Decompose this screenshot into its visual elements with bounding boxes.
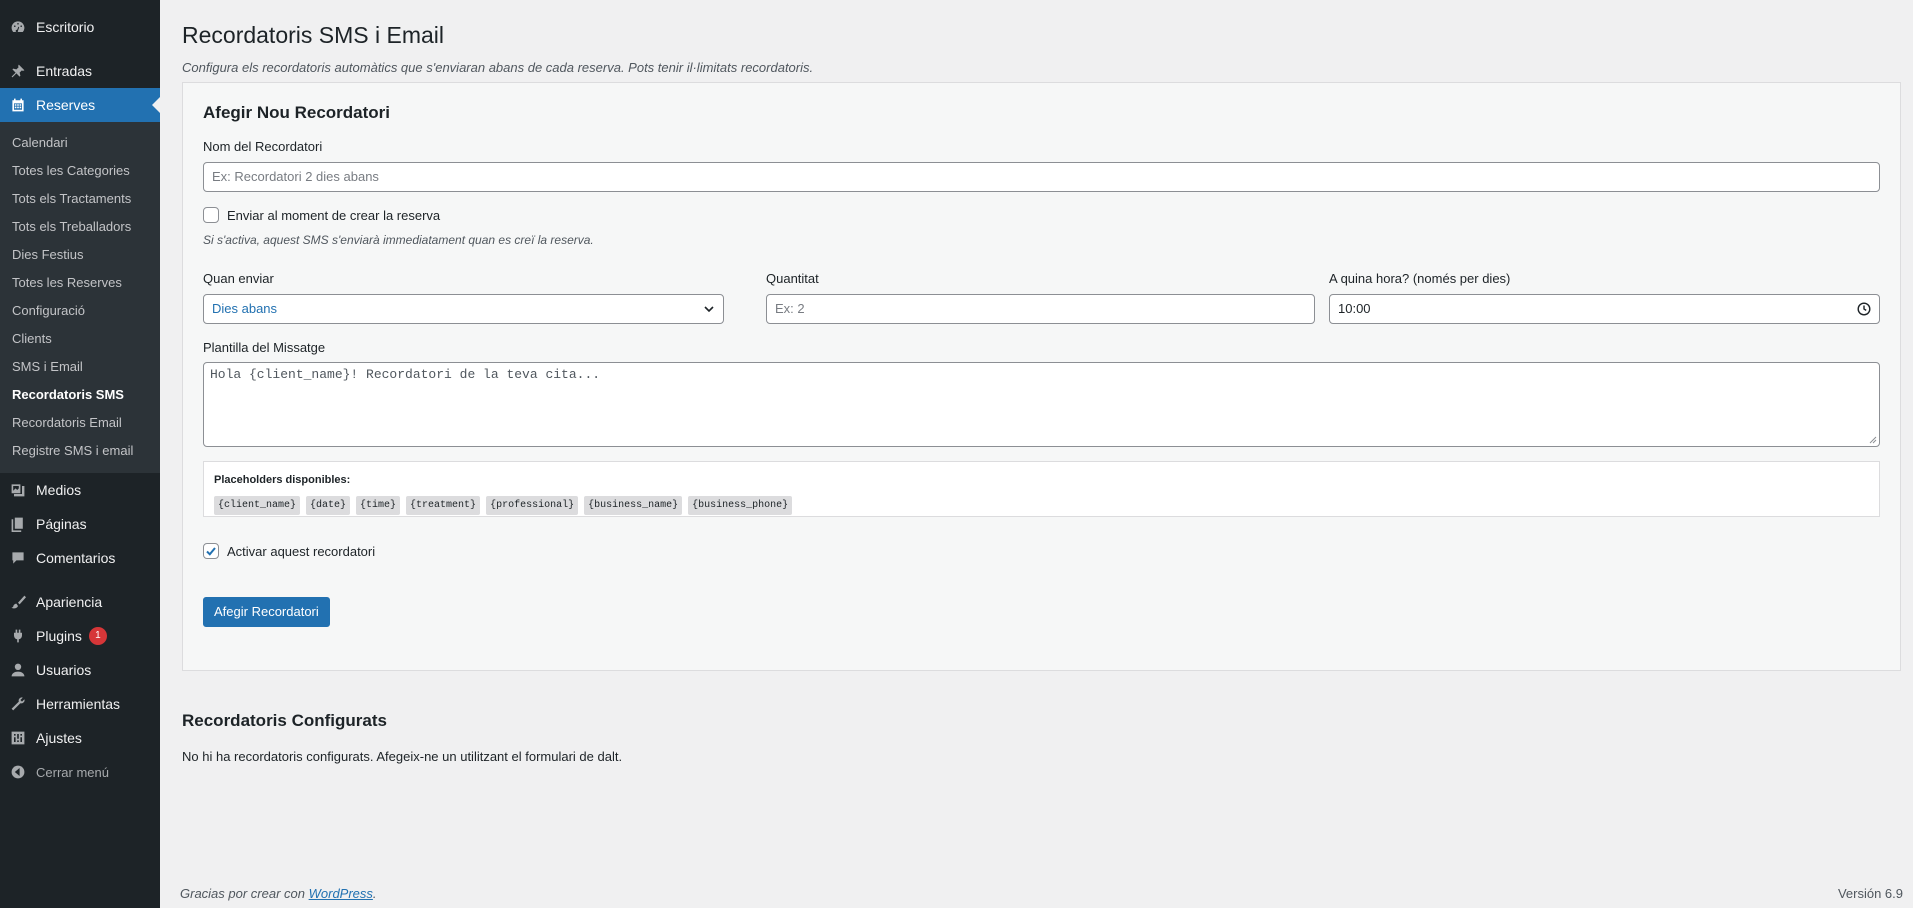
footer-thanks-prefix: Gracias por crear con bbox=[180, 886, 309, 901]
send-now-hint: Si s'activa, aquest SMS s'enviarà immedi… bbox=[203, 233, 594, 247]
time-label: A quina hora? (només per dies) bbox=[1329, 271, 1511, 286]
menu-label: Reserves bbox=[36, 97, 96, 113]
menu-label: Páginas bbox=[36, 516, 87, 532]
menu-label: Comentarios bbox=[36, 550, 116, 566]
menu-label: Escritorio bbox=[36, 19, 95, 35]
submenu-item-reserves[interactable]: Totes les Reserves bbox=[0, 269, 160, 297]
wordpress-link[interactable]: WordPress bbox=[309, 886, 373, 901]
placeholder-tag: {business_name} bbox=[584, 496, 683, 515]
pin-icon bbox=[10, 63, 26, 79]
submenu-item-registre[interactable]: Registre SMS i email bbox=[0, 437, 160, 465]
submenu-item-categories[interactable]: Totes les Categories bbox=[0, 157, 160, 185]
reminder-name-input[interactable]: Ex: Recordatori 2 dies abans bbox=[203, 162, 1880, 192]
configured-reminders-empty: No hi ha recordatoris configurats. Afege… bbox=[182, 749, 623, 764]
placeholder-tag: {date} bbox=[306, 496, 351, 515]
placeholder-tag: {professional} bbox=[486, 496, 579, 515]
menu-item-settings[interactable]: Ajustes bbox=[0, 721, 160, 755]
when-label: Quan enviar bbox=[203, 271, 274, 286]
menu-label: Medios bbox=[36, 482, 82, 498]
brush-icon bbox=[10, 594, 26, 610]
placeholder-tags: {client_name} {date} {time} {treatment} … bbox=[214, 496, 793, 515]
wrench-icon bbox=[10, 696, 26, 712]
submenu-item-calendari[interactable]: Calendari bbox=[0, 129, 160, 157]
menu-item-comments[interactable]: Comentarios bbox=[0, 541, 160, 575]
footer-thanks: Gracias por crear con WordPress. bbox=[180, 886, 377, 901]
menu-item-dashboard[interactable]: Escritorio bbox=[0, 10, 160, 44]
calendar-icon bbox=[10, 97, 26, 113]
menu-item-posts[interactable]: Entradas bbox=[0, 54, 160, 88]
dashboard-icon bbox=[10, 19, 26, 35]
submenu-item-tractaments[interactable]: Tots els Tractaments bbox=[0, 185, 160, 213]
submenu-item-clients[interactable]: Clients bbox=[0, 325, 160, 353]
add-reminder-form: Afegir Nou Recordatori Nom del Recordato… bbox=[182, 82, 1901, 671]
submenu-item-treballadors[interactable]: Tots els Treballadors bbox=[0, 213, 160, 241]
placeholders-title: Placeholders disponibles: bbox=[214, 474, 351, 486]
quantity-label: Quantitat bbox=[766, 271, 819, 286]
name-label: Nom del Recordatori bbox=[203, 139, 323, 154]
comments-icon bbox=[10, 550, 26, 566]
quantity-input[interactable]: Ex: 2 bbox=[766, 294, 1315, 324]
when-select[interactable]: Dies abans bbox=[203, 294, 724, 324]
media-icon bbox=[10, 482, 26, 498]
placeholder-tag: {time} bbox=[356, 496, 401, 515]
checkmark-icon bbox=[206, 547, 216, 556]
submenu-item-sms-email[interactable]: SMS i Email bbox=[0, 353, 160, 381]
configured-reminders-heading: Recordatoris Configurats bbox=[182, 711, 387, 730]
placeholder-tag: {treatment} bbox=[406, 496, 481, 515]
submenu-item-configuracio[interactable]: Configuració bbox=[0, 297, 160, 325]
submenu-item-dies-festius[interactable]: Dies Festius bbox=[0, 241, 160, 269]
activate-reminder-checkbox[interactable] bbox=[203, 543, 219, 559]
send-now-checkbox[interactable] bbox=[203, 207, 219, 223]
template-label: Plantilla del Missatge bbox=[203, 340, 326, 355]
add-reminder-button[interactable]: Afegir Recordatori bbox=[203, 597, 330, 627]
menu-item-users[interactable]: Usuarios bbox=[0, 653, 160, 687]
time-input[interactable]: 10:00 bbox=[1329, 294, 1880, 324]
menu-item-plugins[interactable]: Plugins 1 bbox=[0, 619, 160, 653]
collapse-menu-button[interactable]: Cerrar menú bbox=[0, 755, 160, 789]
placeholders-box: Placeholders disponibles: {client_name} … bbox=[203, 461, 1880, 517]
collapse-icon bbox=[10, 764, 26, 780]
menu-item-media[interactable]: Medios bbox=[0, 473, 160, 507]
plugins-icon bbox=[10, 628, 26, 644]
send-now-label: Enviar al moment de crear la reserva bbox=[227, 208, 441, 223]
page-title: Recordatoris SMS i Email bbox=[182, 22, 445, 48]
menu-label: Ajustes bbox=[36, 730, 82, 746]
form-heading: Afegir Nou Recordatori bbox=[203, 103, 391, 122]
menu-label: Usuarios bbox=[36, 662, 92, 678]
menu-label: Entradas bbox=[36, 63, 93, 79]
chevron-down-icon bbox=[704, 306, 714, 313]
admin-sidebar: Escritorio Entradas Reserves Calendari T… bbox=[0, 0, 160, 908]
activate-reminder-label: Activar aquest recordatori bbox=[227, 544, 376, 559]
menu-label: Plugins bbox=[36, 628, 82, 644]
page-description: Configura els recordatoris automàtics qu… bbox=[182, 60, 814, 75]
footer-version: Versión 6.9 bbox=[1837, 886, 1903, 901]
menu-label: Cerrar menú bbox=[36, 764, 109, 780]
pages-icon bbox=[10, 516, 26, 532]
users-icon bbox=[10, 662, 26, 678]
settings-icon bbox=[10, 730, 26, 746]
template-textarea[interactable]: Hola {client_name}! Recordatori de la te… bbox=[203, 362, 1880, 447]
menu-item-pages[interactable]: Páginas bbox=[0, 507, 160, 541]
time-input-value: 10:00 bbox=[1338, 301, 1371, 316]
menu-label: Herramientas bbox=[36, 696, 121, 712]
template-placeholder: Hola {client_name}! Recordatori de la te… bbox=[210, 367, 601, 382]
footer-thanks-suffix: . bbox=[372, 886, 377, 901]
when-select-value: Dies abans bbox=[212, 301, 278, 316]
clock-icon[interactable] bbox=[1857, 302, 1871, 316]
resize-handle-icon[interactable] bbox=[1869, 436, 1877, 444]
placeholder-tag: {client_name} bbox=[214, 496, 301, 515]
placeholder-tag: {business_phone} bbox=[688, 496, 793, 515]
main-content: Recordatoris SMS i Email Configura els r… bbox=[160, 0, 1913, 908]
submenu-item-recordatoris-sms[interactable]: Recordatoris SMS bbox=[0, 381, 160, 409]
reserves-submenu: Calendari Totes les Categories Tots els … bbox=[0, 122, 160, 473]
plugins-update-badge: 1 bbox=[88, 627, 107, 645]
menu-item-tools[interactable]: Herramientas bbox=[0, 687, 160, 721]
submenu-item-recordatoris-email[interactable]: Recordatoris Email bbox=[0, 409, 160, 437]
menu-item-appearance[interactable]: Apariencia bbox=[0, 585, 160, 619]
menu-label: Apariencia bbox=[36, 594, 103, 610]
menu-item-reserves[interactable]: Reserves bbox=[0, 88, 160, 122]
